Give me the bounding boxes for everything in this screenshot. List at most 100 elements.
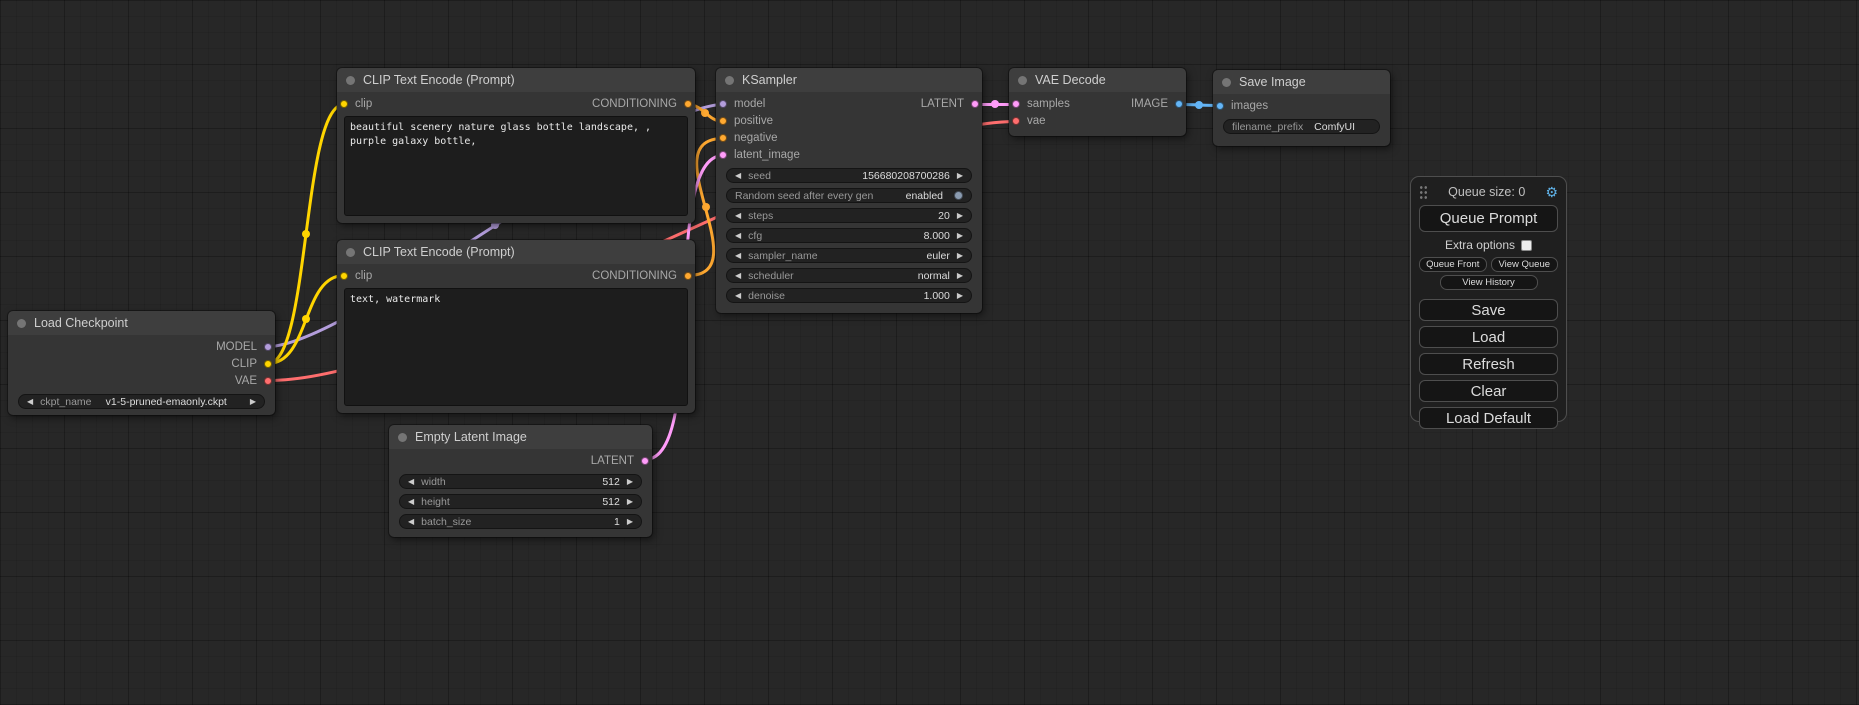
random-seed-toggle-widget[interactable]: Random seed after every gen enabled (726, 188, 972, 203)
input-slot-model: model (719, 98, 765, 110)
images-input-dot[interactable] (1216, 102, 1224, 110)
decrement-arrow-icon[interactable]: ◀ (735, 232, 741, 240)
steps-widget[interactable]: ◀ steps 20 ▶ (726, 208, 972, 223)
node-collapse-dot[interactable] (1018, 76, 1027, 85)
view-queue-button[interactable]: View Queue (1491, 257, 1559, 272)
decrement-arrow-icon[interactable]: ◀ (735, 292, 741, 300)
load-button[interactable]: Load (1419, 326, 1558, 348)
node-title-bar[interactable]: VAE Decode (1009, 68, 1186, 92)
clip-input-dot[interactable] (340, 100, 348, 108)
increment-arrow-icon[interactable]: ▶ (957, 212, 963, 220)
increment-arrow-icon[interactable]: ▶ (957, 172, 963, 180)
node-title-bar[interactable]: KSampler (716, 68, 982, 92)
node-collapse-dot[interactable] (725, 76, 734, 85)
positive-input-dot[interactable] (719, 117, 727, 125)
decrement-arrow-icon[interactable]: ◀ (408, 498, 414, 506)
model-input-dot[interactable] (719, 100, 727, 108)
node-title-bar[interactable]: CLIP Text Encode (Prompt) (337, 240, 695, 264)
increment-arrow-icon[interactable]: ▶ (957, 232, 963, 240)
widget-value: 512 (602, 476, 620, 488)
node-ksampler[interactable]: KSampler model LATENT positive negative … (716, 68, 982, 313)
clear-button[interactable]: Clear (1419, 380, 1558, 402)
input-slot-latent-image: latent_image (716, 146, 982, 163)
wire-dot-conditioning-positive (701, 109, 709, 117)
node-clip-text-encode-positive[interactable]: CLIP Text Encode (Prompt) clip CONDITION… (337, 68, 695, 223)
node-clip-text-encode-negative[interactable]: CLIP Text Encode (Prompt) clip CONDITION… (337, 240, 695, 413)
sampler-name-widget[interactable]: ◀ sampler_name euler ▶ (726, 248, 972, 263)
node-title-bar[interactable]: Save Image (1213, 70, 1390, 94)
increment-arrow-icon[interactable]: ▶ (627, 478, 633, 486)
load-default-button[interactable]: Load Default (1419, 407, 1558, 429)
decrement-arrow-icon[interactable]: ◀ (735, 212, 741, 220)
batch-size-widget[interactable]: ◀ batch_size 1 ▶ (399, 514, 642, 529)
vae-input-dot[interactable] (1012, 117, 1020, 125)
increment-arrow-icon[interactable]: ▶ (957, 292, 963, 300)
height-widget[interactable]: ◀ height 512 ▶ (399, 494, 642, 509)
widget-value: ComfyUI (1314, 121, 1355, 133)
node-title-bar[interactable]: Empty Latent Image (389, 425, 652, 449)
node-title: KSampler (742, 73, 797, 87)
latent-output-dot[interactable] (971, 100, 979, 108)
seed-widget[interactable]: ◀ seed 156680208700286 ▶ (726, 168, 972, 183)
ckpt-name-widget[interactable]: ◀ ckpt_name v1-5-pruned-emaonly.ckpt ▶ (18, 394, 265, 409)
node-collapse-dot[interactable] (346, 76, 355, 85)
node-empty-latent-image[interactable]: Empty Latent Image LATENT ◀ width 512 ▶ … (389, 425, 652, 537)
negative-input-dot[interactable] (719, 134, 727, 142)
slot-label: CONDITIONING (592, 98, 677, 110)
conditioning-output-dot[interactable] (684, 100, 692, 108)
prompt-textarea[interactable]: text, watermark (344, 288, 688, 406)
drag-handle-icon[interactable] (1419, 185, 1428, 199)
scheduler-widget[interactable]: ◀ scheduler normal ▶ (726, 268, 972, 283)
node-load-checkpoint[interactable]: Load Checkpoint MODEL CLIP VAE ◀ ckpt_na… (8, 311, 275, 415)
node-title-bar[interactable]: Load Checkpoint (8, 311, 275, 335)
decrement-arrow-icon[interactable]: ◀ (27, 398, 33, 406)
widget-name: batch_size (421, 516, 471, 528)
increment-arrow-icon[interactable]: ▶ (957, 272, 963, 280)
node-title: CLIP Text Encode (Prompt) (363, 245, 515, 259)
widget-name: width (421, 476, 446, 488)
decrement-arrow-icon[interactable]: ◀ (735, 252, 741, 260)
clip-input-dot[interactable] (340, 272, 348, 280)
widget-value: euler (926, 250, 949, 262)
view-history-button[interactable]: View History (1440, 275, 1538, 290)
toggle-on-indicator[interactable] (954, 191, 963, 200)
slot-label: negative (734, 132, 777, 144)
queue-prompt-button[interactable]: Queue Prompt (1419, 205, 1558, 232)
slot-label: images (1231, 100, 1268, 112)
node-graph-canvas[interactable]: Load Checkpoint MODEL CLIP VAE ◀ ckpt_na… (0, 0, 1859, 705)
node-collapse-dot[interactable] (1222, 78, 1231, 87)
increment-arrow-icon[interactable]: ▶ (250, 398, 256, 406)
prompt-textarea[interactable]: beautiful scenery nature glass bottle la… (344, 116, 688, 216)
increment-arrow-icon[interactable]: ▶ (957, 252, 963, 260)
queue-front-button[interactable]: Queue Front (1419, 257, 1487, 272)
latent-image-input-dot[interactable] (719, 151, 727, 159)
model-output-dot[interactable] (264, 343, 272, 351)
extra-options-checkbox[interactable] (1521, 240, 1532, 251)
increment-arrow-icon[interactable]: ▶ (627, 498, 633, 506)
cfg-widget[interactable]: ◀ cfg 8.000 ▶ (726, 228, 972, 243)
decrement-arrow-icon[interactable]: ◀ (735, 172, 741, 180)
clip-output-dot[interactable] (264, 360, 272, 368)
save-button[interactable]: Save (1419, 299, 1558, 321)
decrement-arrow-icon[interactable]: ◀ (408, 478, 414, 486)
image-output-dot[interactable] (1175, 100, 1183, 108)
node-collapse-dot[interactable] (17, 319, 26, 328)
refresh-button[interactable]: Refresh (1419, 353, 1558, 375)
width-widget[interactable]: ◀ width 512 ▶ (399, 474, 642, 489)
samples-input-dot[interactable] (1012, 100, 1020, 108)
settings-gear-icon[interactable]: ⚙ (1545, 185, 1558, 199)
node-save-image[interactable]: Save Image images filename_prefix ComfyU… (1213, 70, 1390, 146)
node-title-bar[interactable]: CLIP Text Encode (Prompt) (337, 68, 695, 92)
latent-output-dot[interactable] (641, 457, 649, 465)
node-collapse-dot[interactable] (346, 248, 355, 257)
node-collapse-dot[interactable] (398, 433, 407, 442)
conditioning-output-dot[interactable] (684, 272, 692, 280)
increment-arrow-icon[interactable]: ▶ (627, 518, 633, 526)
node-vae-decode[interactable]: VAE Decode samples IMAGE vae (1009, 68, 1186, 136)
decrement-arrow-icon[interactable]: ◀ (735, 272, 741, 280)
widget-name: denoise (748, 290, 785, 302)
decrement-arrow-icon[interactable]: ◀ (408, 518, 414, 526)
vae-output-dot[interactable] (264, 377, 272, 385)
denoise-widget[interactable]: ◀ denoise 1.000 ▶ (726, 288, 972, 303)
filename-prefix-widget[interactable]: filename_prefix ComfyUI (1223, 119, 1380, 134)
